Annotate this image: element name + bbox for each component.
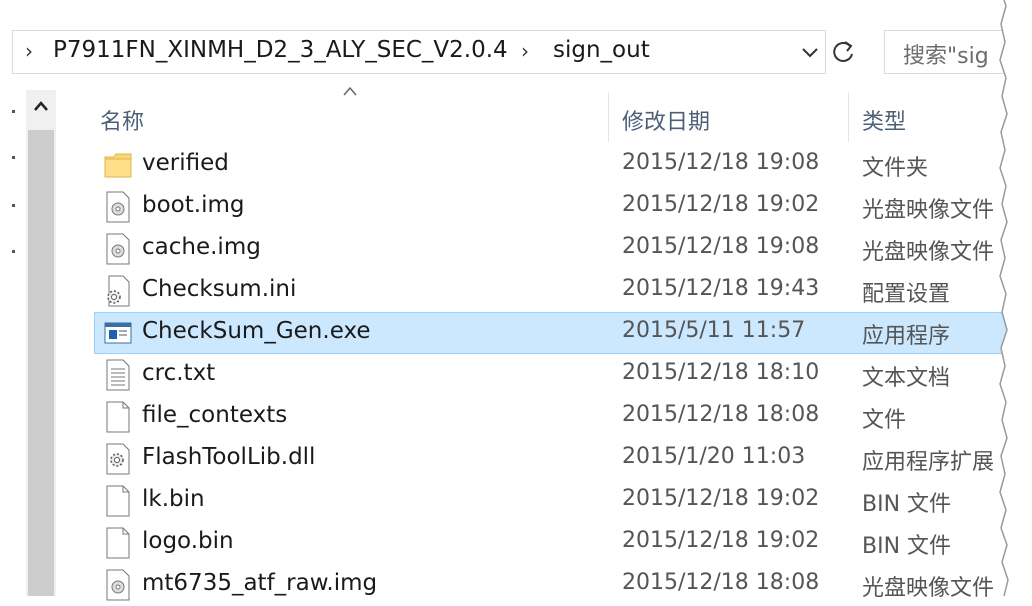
breadcrumb-current[interactable]: sign_out [553,37,650,63]
file-date: 2015/12/18 19:02 [622,528,820,553]
scrollbar-thumb[interactable] [28,130,54,596]
breadcrumb-folder[interactable]: P7911FN_XINMH_D2_3_ALY_SEC_V2.0.4 [53,37,508,63]
refresh-button[interactable] [826,30,862,74]
file-name: verified [142,150,229,176]
column-label: 类型 [862,110,907,135]
file-type: 应用程序扩展 [862,450,995,475]
file-date: 2015/12/18 19:08 [622,234,820,259]
file-name: logo.bin [142,528,234,554]
folder-icon [104,149,132,181]
file-date: 2015/12/18 19:08 [622,150,820,175]
file-name: mt6735_atf_raw.img [142,570,378,596]
file-name: cache.img [142,234,261,260]
file-type: 文件 [862,408,907,433]
file-date: 2015/12/18 19:02 [622,192,820,217]
file-row[interactable]: file_contexts 2015/12/18 18:08 文件 [94,396,1032,438]
disc-image-icon [104,233,132,265]
blank-file-icon [104,527,132,559]
disc-image-icon [104,191,132,223]
chevron-down-icon [802,48,818,58]
file-date: 2015/1/20 11:03 [622,444,806,469]
column-label: 名称 [100,110,145,135]
dll-file-icon [104,443,132,475]
file-name: boot.img [142,192,245,218]
file-type: 光盘映像文件 [862,198,995,223]
file-name: file_contexts [142,402,288,428]
torn-edge-decoration [999,0,1032,596]
file-row-selected[interactable]: CheckSum_Gen.exe 2015/5/11 11:57 应用程序 [94,312,1032,354]
file-row[interactable]: Checksum.ini 2015/12/18 19:43 配置设置 [94,270,1032,312]
file-date: 2015/5/11 11:57 [622,318,806,343]
chevron-up-icon [34,101,48,111]
file-date: 2015/12/18 18:08 [622,570,820,595]
file-name: lk.bin [142,486,205,512]
search-placeholder: 搜索"sig [903,44,989,69]
file-type: 光盘映像文件 [862,576,995,601]
nav-marker [12,204,15,207]
column-header: 名称 修改日期 类型 [88,92,1032,142]
file-row[interactable]: lk.bin 2015/12/18 19:02 BIN 文件 [94,480,1032,522]
file-date: 2015/12/18 18:08 [622,402,820,427]
refresh-icon [833,41,853,62]
file-row[interactable]: logo.bin 2015/12/18 19:02 BIN 文件 [94,522,1032,564]
file-row[interactable]: crc.txt 2015/12/18 18:10 文本文档 [94,354,1032,396]
navigation-pane [0,90,24,596]
nav-marker [12,250,15,253]
nav-marker [12,156,15,159]
file-date: 2015/12/18 19:02 [622,486,820,511]
file-type: BIN 文件 [862,534,952,559]
file-row[interactable]: boot.img 2015/12/18 19:02 光盘映像文件 [94,186,1032,228]
file-row[interactable]: mt6735_atf_raw.img 2015/12/18 18:08 光盘映像… [94,564,1032,606]
file-type: 文件夹 [862,156,929,181]
file-type: BIN 文件 [862,492,952,517]
column-label: 修改日期 [622,110,711,135]
nav-scrollbar[interactable] [26,90,56,596]
column-header-date[interactable]: 修改日期 [609,92,847,142]
file-date: 2015/12/18 18:10 [622,360,820,385]
nav-marker [12,110,15,113]
file-row[interactable]: cache.img 2015/12/18 19:08 光盘映像文件 [94,228,1032,270]
file-name: Checksum.ini [142,276,297,302]
file-type: 文本文档 [862,366,951,391]
blank-file-icon [104,485,132,517]
chevron-right-icon[interactable]: › [25,39,33,63]
file-date: 2015/12/18 19:43 [622,276,820,301]
address-bar[interactable]: › P7911FN_XINMH_D2_3_ALY_SEC_V2.0.4 › si… [12,30,826,74]
file-type: 配置设置 [862,282,951,307]
column-header-name[interactable]: 名称 [88,92,608,142]
text-file-icon [104,359,132,391]
file-name: crc.txt [142,360,216,386]
file-type: 应用程序 [862,324,951,349]
file-name: FlashToolLib.dll [142,444,316,470]
blank-file-icon [104,401,132,433]
settings-file-icon [104,275,132,307]
address-dropdown-button[interactable] [797,38,823,66]
file-name: CheckSum_Gen.exe [142,318,371,344]
file-type: 光盘映像文件 [862,240,995,265]
file-row[interactable]: verified 2015/12/18 19:08 文件夹 [94,144,1032,186]
file-list: verified 2015/12/18 19:08 文件夹 boot.img 2… [94,144,1032,606]
chevron-right-icon[interactable]: › [521,39,529,63]
application-icon [104,317,132,349]
disc-image-icon [104,569,132,601]
scroll-up-button[interactable] [26,90,56,124]
file-row[interactable]: FlashToolLib.dll 2015/1/20 11:03 应用程序扩展 [94,438,1032,480]
